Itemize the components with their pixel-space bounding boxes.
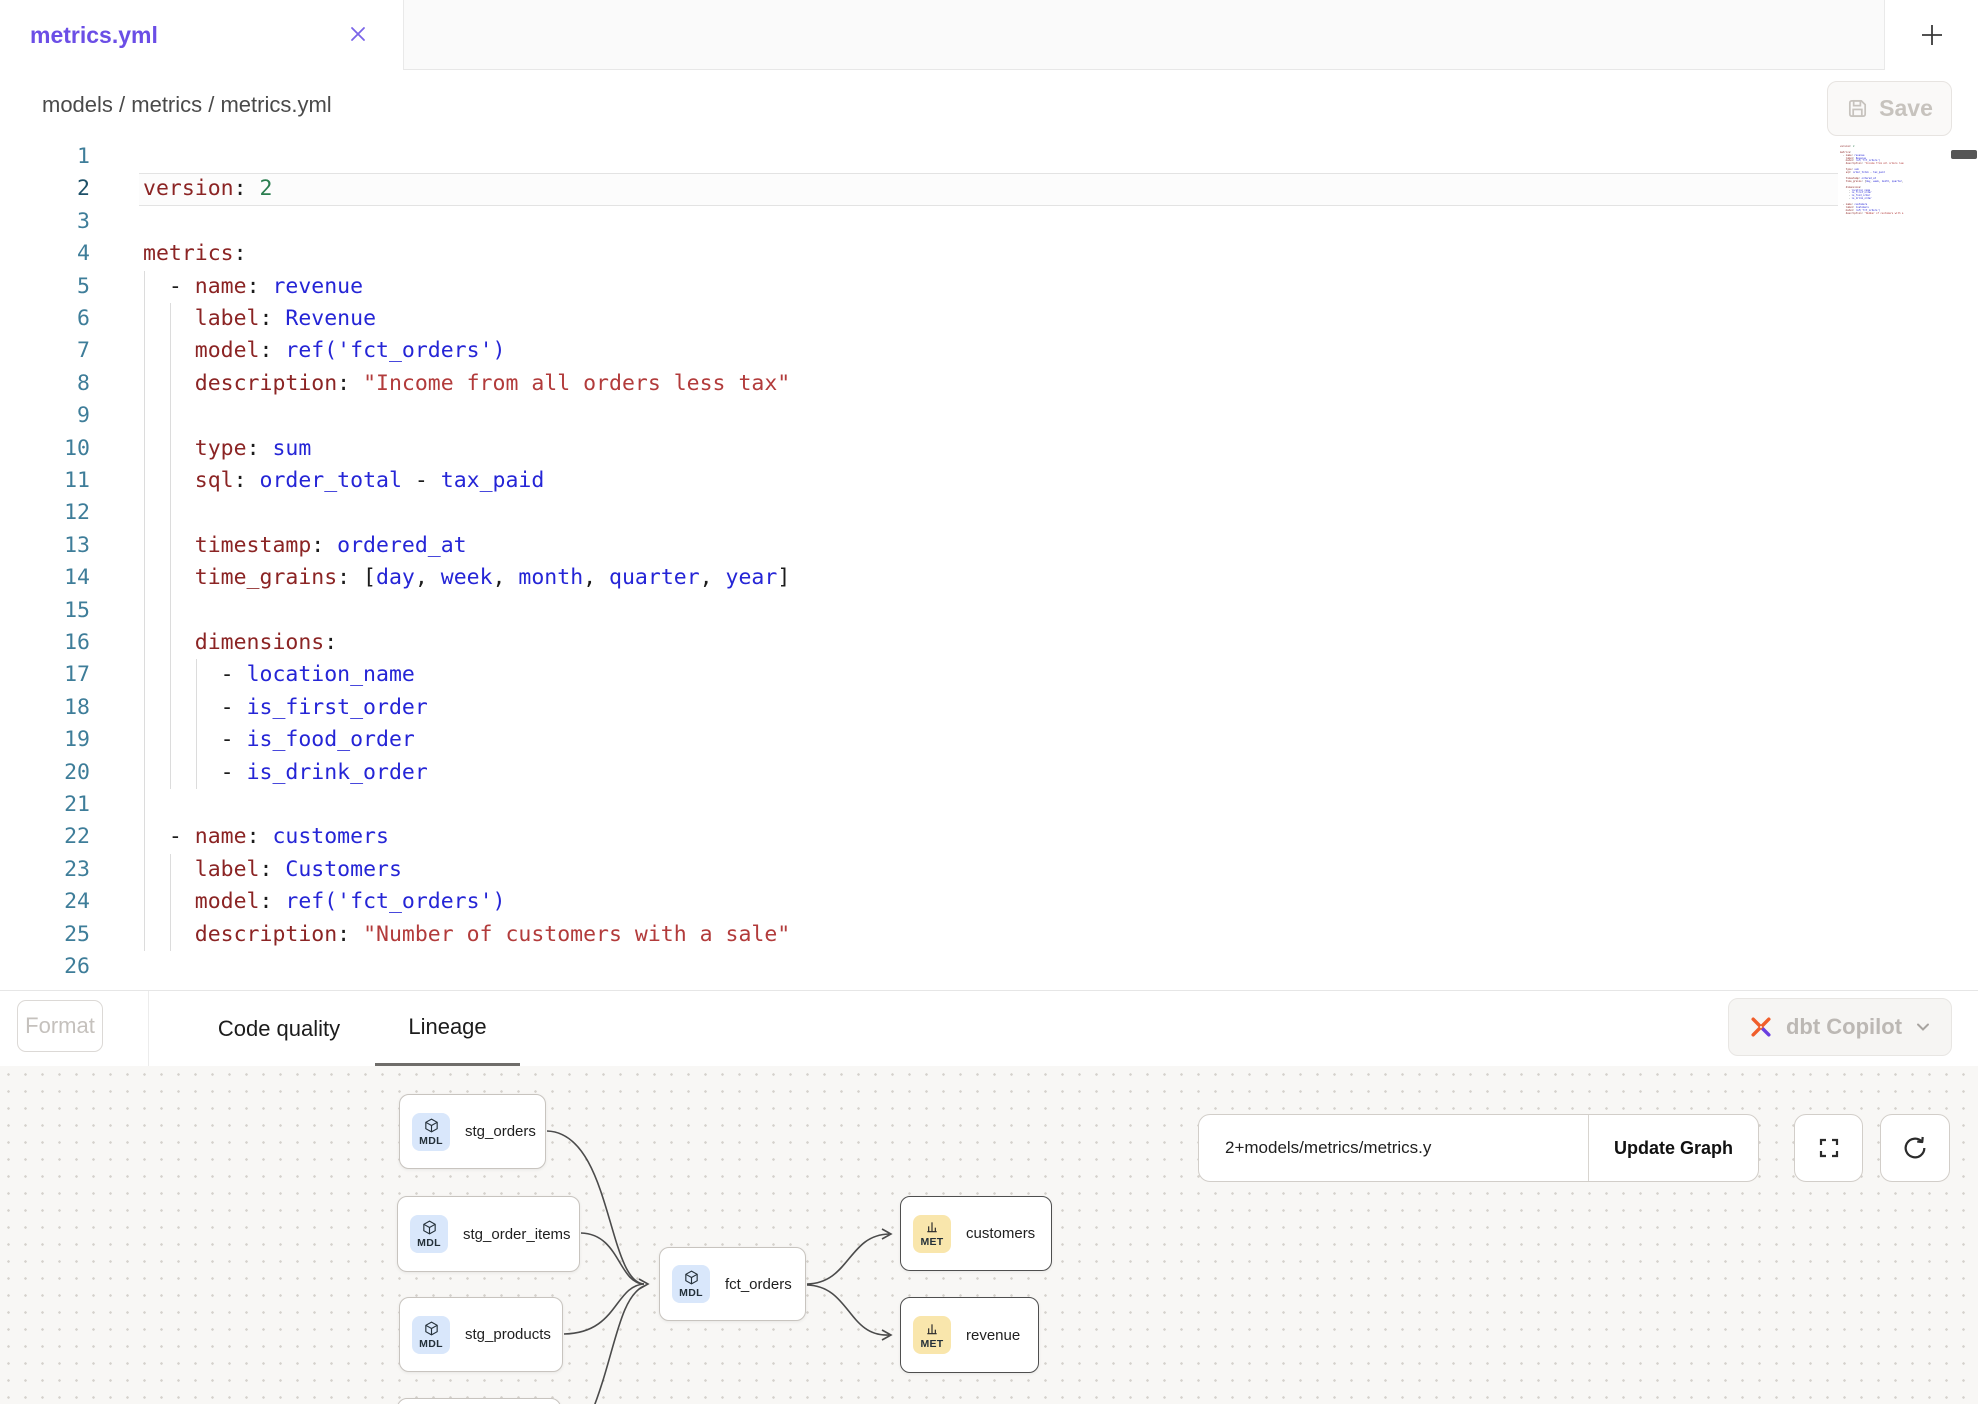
node-label: customers <box>966 1225 1035 1242</box>
line-number: 19 <box>0 724 90 756</box>
editor-toolbar: Format Code quality Lineage dbt Copilot <box>0 990 1978 1068</box>
line-number: 18 <box>0 692 90 724</box>
code-line[interactable]: label: Customers <box>143 854 402 886</box>
lineage-node-stg_products[interactable]: MDL stg_products <box>399 1297 563 1372</box>
refresh-icon <box>1901 1134 1929 1162</box>
plus-icon <box>1919 22 1945 48</box>
line-number: 15 <box>0 595 90 627</box>
line-number: 14 <box>0 562 90 594</box>
tab-code-quality[interactable]: Code quality <box>211 991 347 1067</box>
line-number: 9 <box>0 400 90 432</box>
lineage-node-revenue[interactable]: MET revenue <box>900 1297 1039 1373</box>
lineage-selector: Update Graph <box>1198 1114 1759 1182</box>
ide-window: metrics.yml models / metrics / metrics.y… <box>0 0 1978 1404</box>
line-number: 21 <box>0 789 90 821</box>
code-line[interactable]: time_grains: [day, week, month, quarter,… <box>143 562 790 594</box>
line-number: 6 <box>0 303 90 335</box>
line-number: 24 <box>0 886 90 918</box>
format-button[interactable]: Format <box>17 1000 103 1052</box>
line-number: 17 <box>0 659 90 691</box>
update-graph-button[interactable]: Update Graph <box>1589 1115 1758 1181</box>
code-line[interactable]: - is_food_order <box>143 724 415 756</box>
code-line[interactable]: description: "Income from all orders les… <box>143 368 790 400</box>
line-number: 8 <box>0 368 90 400</box>
breadcrumb: models / metrics / metrics.yml <box>42 70 332 140</box>
line-number: 23 <box>0 854 90 886</box>
node-label: stg_order_items <box>463 1226 571 1243</box>
code-line[interactable]: model: ref('fct_orders') <box>143 886 505 918</box>
tab-label: metrics.yml <box>30 22 158 49</box>
tab-strip-empty <box>403 0 1885 70</box>
lineage-canvas[interactable]: MDL stg_orders MDL stg_order_items MDL stg_pr… <box>0 1066 1978 1404</box>
line-number: 16 <box>0 627 90 659</box>
line-number: 10 <box>0 433 90 465</box>
save-label: Save <box>1879 95 1933 122</box>
lineage-node-stg_order_items[interactable]: MDL stg_order_items <box>397 1196 580 1272</box>
code-line[interactable]: label: Revenue <box>143 303 376 335</box>
lineage-node-fct_orders[interactable]: MDL fct_orders <box>659 1247 806 1321</box>
tab-lineage[interactable]: Lineage <box>375 991 520 1067</box>
code-editor[interactable]: 12 version: 2 34 metrics: 5 - name: revenue 6… <box>0 140 1978 990</box>
lineage-node-stg_orders[interactable]: MDL stg_orders <box>399 1094 546 1169</box>
dbt-logo-icon <box>1748 1014 1774 1040</box>
code-line[interactable]: version: 2 <box>143 173 272 205</box>
metric-icon: MET <box>913 1215 951 1253</box>
line-number: 3 <box>0 206 90 238</box>
line-number: 13 <box>0 530 90 562</box>
code-line[interactable]: sql: order_total - tax_paid <box>143 465 544 497</box>
line-number: 2 <box>0 173 90 205</box>
model-icon: MDL <box>410 1215 448 1253</box>
chevron-down-icon <box>1914 1018 1932 1036</box>
code-line[interactable]: dimensions: <box>143 627 337 659</box>
metric-icon: MET <box>913 1316 951 1354</box>
lineage-selector-input[interactable] <box>1199 1115 1589 1181</box>
breadcrumb-row: models / metrics / metrics.yml Save <box>0 70 1978 141</box>
node-label: stg_orders <box>465 1123 536 1140</box>
model-icon: MDL <box>412 1316 450 1354</box>
line-number: 12 <box>0 497 90 529</box>
code-line[interactable]: metrics: <box>143 238 247 270</box>
node-label: stg_products <box>465 1326 551 1343</box>
line-number: 7 <box>0 335 90 367</box>
new-tab-button[interactable] <box>1884 0 1978 70</box>
line-number: 1 <box>0 141 90 173</box>
node-label: fct_orders <box>725 1276 792 1293</box>
line-number: 11 <box>0 465 90 497</box>
code-line[interactable]: - is_first_order <box>143 692 428 724</box>
lineage-node-customers[interactable]: MET customers <box>900 1196 1052 1271</box>
fullscreen-icon <box>1817 1136 1841 1160</box>
line-number: 26 <box>0 951 90 983</box>
code-line[interactable]: description: "Number of customers with a… <box>143 919 790 951</box>
close-icon[interactable] <box>349 25 367 43</box>
code-line[interactable]: type: sum <box>143 433 311 465</box>
code-line[interactable]: - is_drink_order <box>143 757 428 789</box>
scrollbar-thumb[interactable] <box>1951 150 1977 159</box>
line-number: 25 <box>0 919 90 951</box>
line-number: 22 <box>0 821 90 853</box>
save-icon <box>1846 97 1869 120</box>
lineage-node-offscreen_model[interactable]: MDL <box>397 1398 561 1404</box>
line-number: 4 <box>0 238 90 270</box>
tab-metrics-yml[interactable]: metrics.yml <box>0 0 403 70</box>
code-line[interactable]: - name: revenue <box>143 271 363 303</box>
toolbar-divider <box>148 991 149 1067</box>
minimap[interactable]: version: 2 metrics: - name: revenue labe… <box>1840 143 1904 223</box>
copilot-label: dbt Copilot <box>1786 1014 1902 1040</box>
fullscreen-button[interactable] <box>1794 1114 1863 1182</box>
code-line[interactable]: timestamp: ordered_at <box>143 530 467 562</box>
model-icon: MDL <box>672 1265 710 1303</box>
node-label: revenue <box>966 1327 1020 1344</box>
code-line[interactable]: - name: customers <box>143 821 389 853</box>
model-icon: MDL <box>412 1113 450 1151</box>
tab-bar: metrics.yml <box>0 0 1978 70</box>
code-line[interactable]: - location_name <box>143 659 415 691</box>
dbt-copilot-button[interactable]: dbt Copilot <box>1728 998 1952 1056</box>
refresh-button[interactable] <box>1880 1114 1950 1182</box>
save-button[interactable]: Save <box>1827 81 1952 136</box>
line-number: 5 <box>0 271 90 303</box>
line-number: 20 <box>0 757 90 789</box>
code-line[interactable]: model: ref('fct_orders') <box>143 335 505 367</box>
